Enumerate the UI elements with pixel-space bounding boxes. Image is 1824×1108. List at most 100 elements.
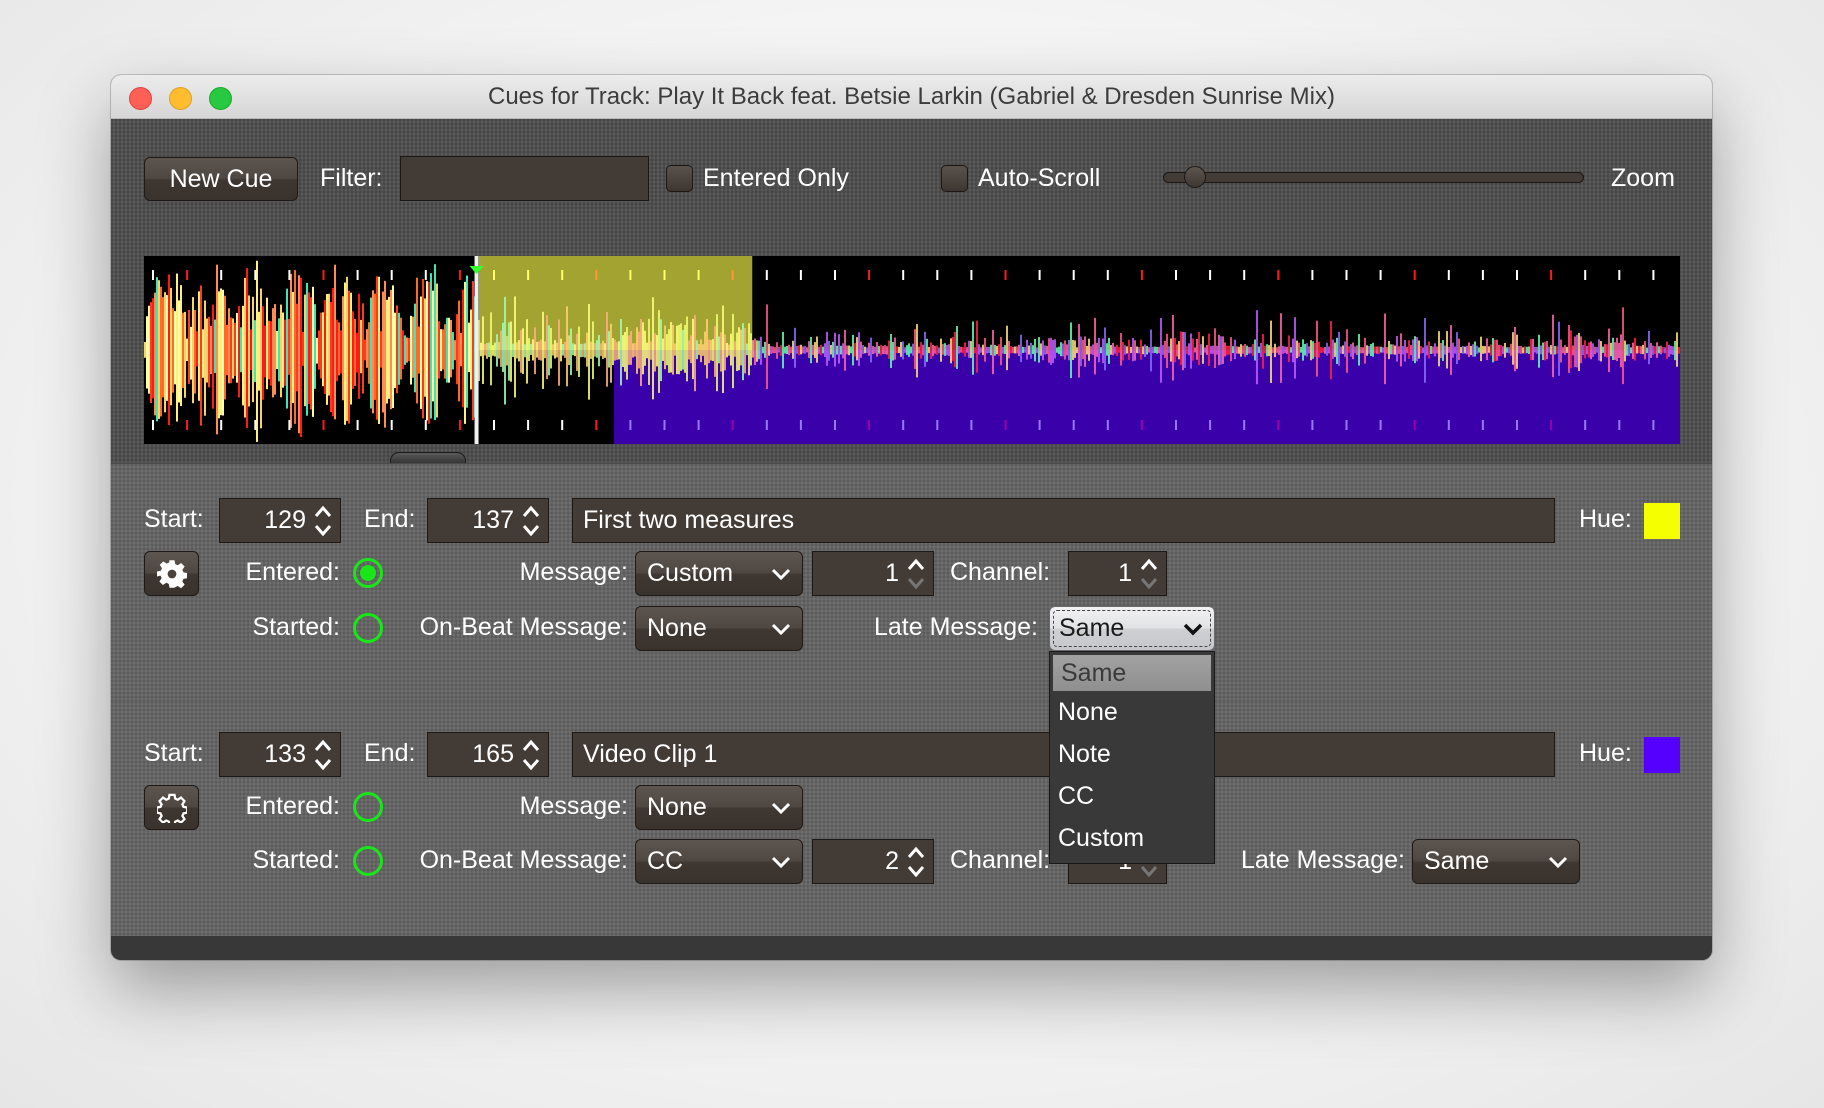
cue-comment-field[interactable]: First two measures bbox=[572, 498, 1555, 543]
start-spinner[interactable]: 129 bbox=[219, 498, 341, 543]
waveform-bar bbox=[188, 309, 190, 385]
waveform-bar bbox=[758, 340, 760, 360]
spinner-arrows-icon[interactable] bbox=[518, 735, 544, 775]
waveform-bar bbox=[734, 341, 736, 357]
waveform-bar bbox=[1340, 346, 1342, 354]
beat-tick-top bbox=[1106, 270, 1109, 280]
waveform-bar bbox=[152, 298, 154, 399]
channel-spinner[interactable]: 1 bbox=[1068, 551, 1167, 596]
waveform-bar bbox=[1292, 338, 1294, 363]
window-title: Cues for Track: Play It Back feat. Betsi… bbox=[488, 83, 1335, 110]
beat-tick-bottom bbox=[1516, 420, 1518, 430]
on-beat-message-dropdown[interactable]: CC bbox=[635, 839, 803, 884]
waveform-bar bbox=[382, 291, 384, 413]
waveform-bar bbox=[352, 311, 354, 389]
waveform-bar bbox=[198, 291, 200, 401]
on-beat-message-label: On-Beat Message: bbox=[419, 846, 628, 874]
spinner-arrows-icon[interactable] bbox=[518, 501, 544, 541]
waveform-bar bbox=[1434, 343, 1436, 357]
waveform-bar bbox=[390, 289, 392, 410]
popup-option-note[interactable]: Note bbox=[1050, 736, 1214, 772]
spinner-arrows-icon[interactable] bbox=[310, 501, 336, 541]
waveform-bar bbox=[1012, 347, 1014, 354]
waveform-bar bbox=[512, 343, 514, 357]
auto-scroll-checkbox[interactable] bbox=[941, 165, 968, 192]
waveform-bar bbox=[1530, 339, 1532, 360]
spinner-arrows-icon[interactable] bbox=[903, 842, 929, 882]
waveform-bar bbox=[1598, 339, 1600, 361]
cue-settings-button[interactable] bbox=[144, 785, 199, 830]
spinner-arrows-icon[interactable] bbox=[1136, 554, 1162, 594]
waveform-bar bbox=[1474, 341, 1476, 357]
waveform-bar bbox=[1438, 331, 1440, 367]
waveform-bar bbox=[1368, 345, 1370, 354]
waveform-bar bbox=[178, 300, 180, 403]
waveform-bar bbox=[1358, 333, 1360, 366]
beat-tick-bottom bbox=[1447, 420, 1450, 430]
waveform-bar bbox=[326, 293, 328, 405]
waveform-bar bbox=[1108, 337, 1110, 364]
waveform-bar bbox=[1086, 345, 1088, 355]
new-cue-button[interactable]: New Cue bbox=[144, 157, 298, 201]
entered-indicator bbox=[353, 792, 383, 822]
waveform-bar bbox=[722, 305, 724, 394]
end-spinner[interactable]: 137 bbox=[427, 498, 549, 543]
waveform-bar bbox=[670, 322, 672, 373]
popup-option-cc[interactable]: CC bbox=[1050, 778, 1214, 814]
waveform-bar bbox=[736, 332, 738, 372]
filter-input[interactable] bbox=[400, 156, 649, 201]
start-spinner[interactable]: 133 bbox=[219, 732, 341, 777]
waveform-bar bbox=[1034, 338, 1036, 362]
message-dropdown[interactable]: None bbox=[635, 785, 803, 830]
waveform-bar bbox=[1242, 345, 1244, 354]
cue-settings-button[interactable] bbox=[144, 551, 199, 596]
zoom-slider-thumb[interactable] bbox=[1183, 166, 1206, 188]
beat-tick-top bbox=[186, 270, 189, 280]
hue-swatch[interactable] bbox=[1644, 737, 1680, 773]
zoom-slider-track[interactable] bbox=[1163, 166, 1584, 188]
waveform-bar bbox=[978, 344, 980, 355]
on-beat-note-spinner[interactable]: 2 bbox=[812, 839, 934, 884]
waveform-bar bbox=[192, 297, 194, 404]
chevron-down-icon bbox=[1183, 623, 1203, 636]
popup-option-custom[interactable]: Custom bbox=[1050, 820, 1214, 856]
close-button[interactable] bbox=[129, 87, 152, 110]
waveform-bar bbox=[328, 293, 330, 396]
spinner-arrows-icon[interactable] bbox=[903, 554, 929, 594]
waveform-bar bbox=[556, 342, 558, 358]
message-dropdown[interactable]: Custom bbox=[635, 551, 803, 596]
late-message-dropdown[interactable]: Same bbox=[1049, 606, 1215, 651]
beat-tick-bottom bbox=[1584, 420, 1587, 430]
spinner-arrows-icon[interactable] bbox=[310, 735, 336, 775]
entered-only-checkbox[interactable] bbox=[666, 165, 693, 192]
waveform-bar bbox=[356, 332, 358, 373]
beat-tick-top bbox=[970, 270, 973, 280]
waveform-bar bbox=[1500, 344, 1502, 357]
waveform-display[interactable] bbox=[144, 256, 1680, 444]
waveform-bar bbox=[1614, 342, 1616, 361]
waveform-bar bbox=[1260, 343, 1262, 358]
popup-option-same[interactable]: Same bbox=[1053, 655, 1211, 691]
waveform-bar bbox=[280, 304, 282, 398]
waveform-bar bbox=[864, 346, 866, 354]
minimize-button[interactable] bbox=[169, 87, 192, 110]
end-spinner[interactable]: 165 bbox=[427, 732, 549, 777]
beat-tick-bottom bbox=[1277, 420, 1280, 430]
zoom-window-button[interactable] bbox=[209, 87, 232, 110]
waveform-bar bbox=[1316, 320, 1318, 377]
on-beat-message-dropdown[interactable]: None bbox=[635, 606, 803, 651]
waveform-bar bbox=[558, 319, 560, 386]
waveform-bar bbox=[1070, 322, 1072, 379]
beat-tick-bottom bbox=[390, 420, 393, 430]
waveform-bar bbox=[1454, 346, 1456, 354]
message-note-spinner[interactable]: 1 bbox=[812, 551, 934, 596]
waveform-bar bbox=[1250, 346, 1252, 354]
waveform-bar bbox=[1602, 346, 1604, 353]
waveform-bar bbox=[1376, 346, 1378, 354]
waveform-bar bbox=[1578, 332, 1580, 371]
hue-swatch[interactable] bbox=[1644, 503, 1680, 539]
late-message-dropdown[interactable]: Same bbox=[1412, 839, 1580, 884]
started-label: Started: bbox=[252, 613, 340, 641]
popup-option-none[interactable]: None bbox=[1050, 694, 1214, 730]
beat-tick-top bbox=[1175, 270, 1177, 280]
